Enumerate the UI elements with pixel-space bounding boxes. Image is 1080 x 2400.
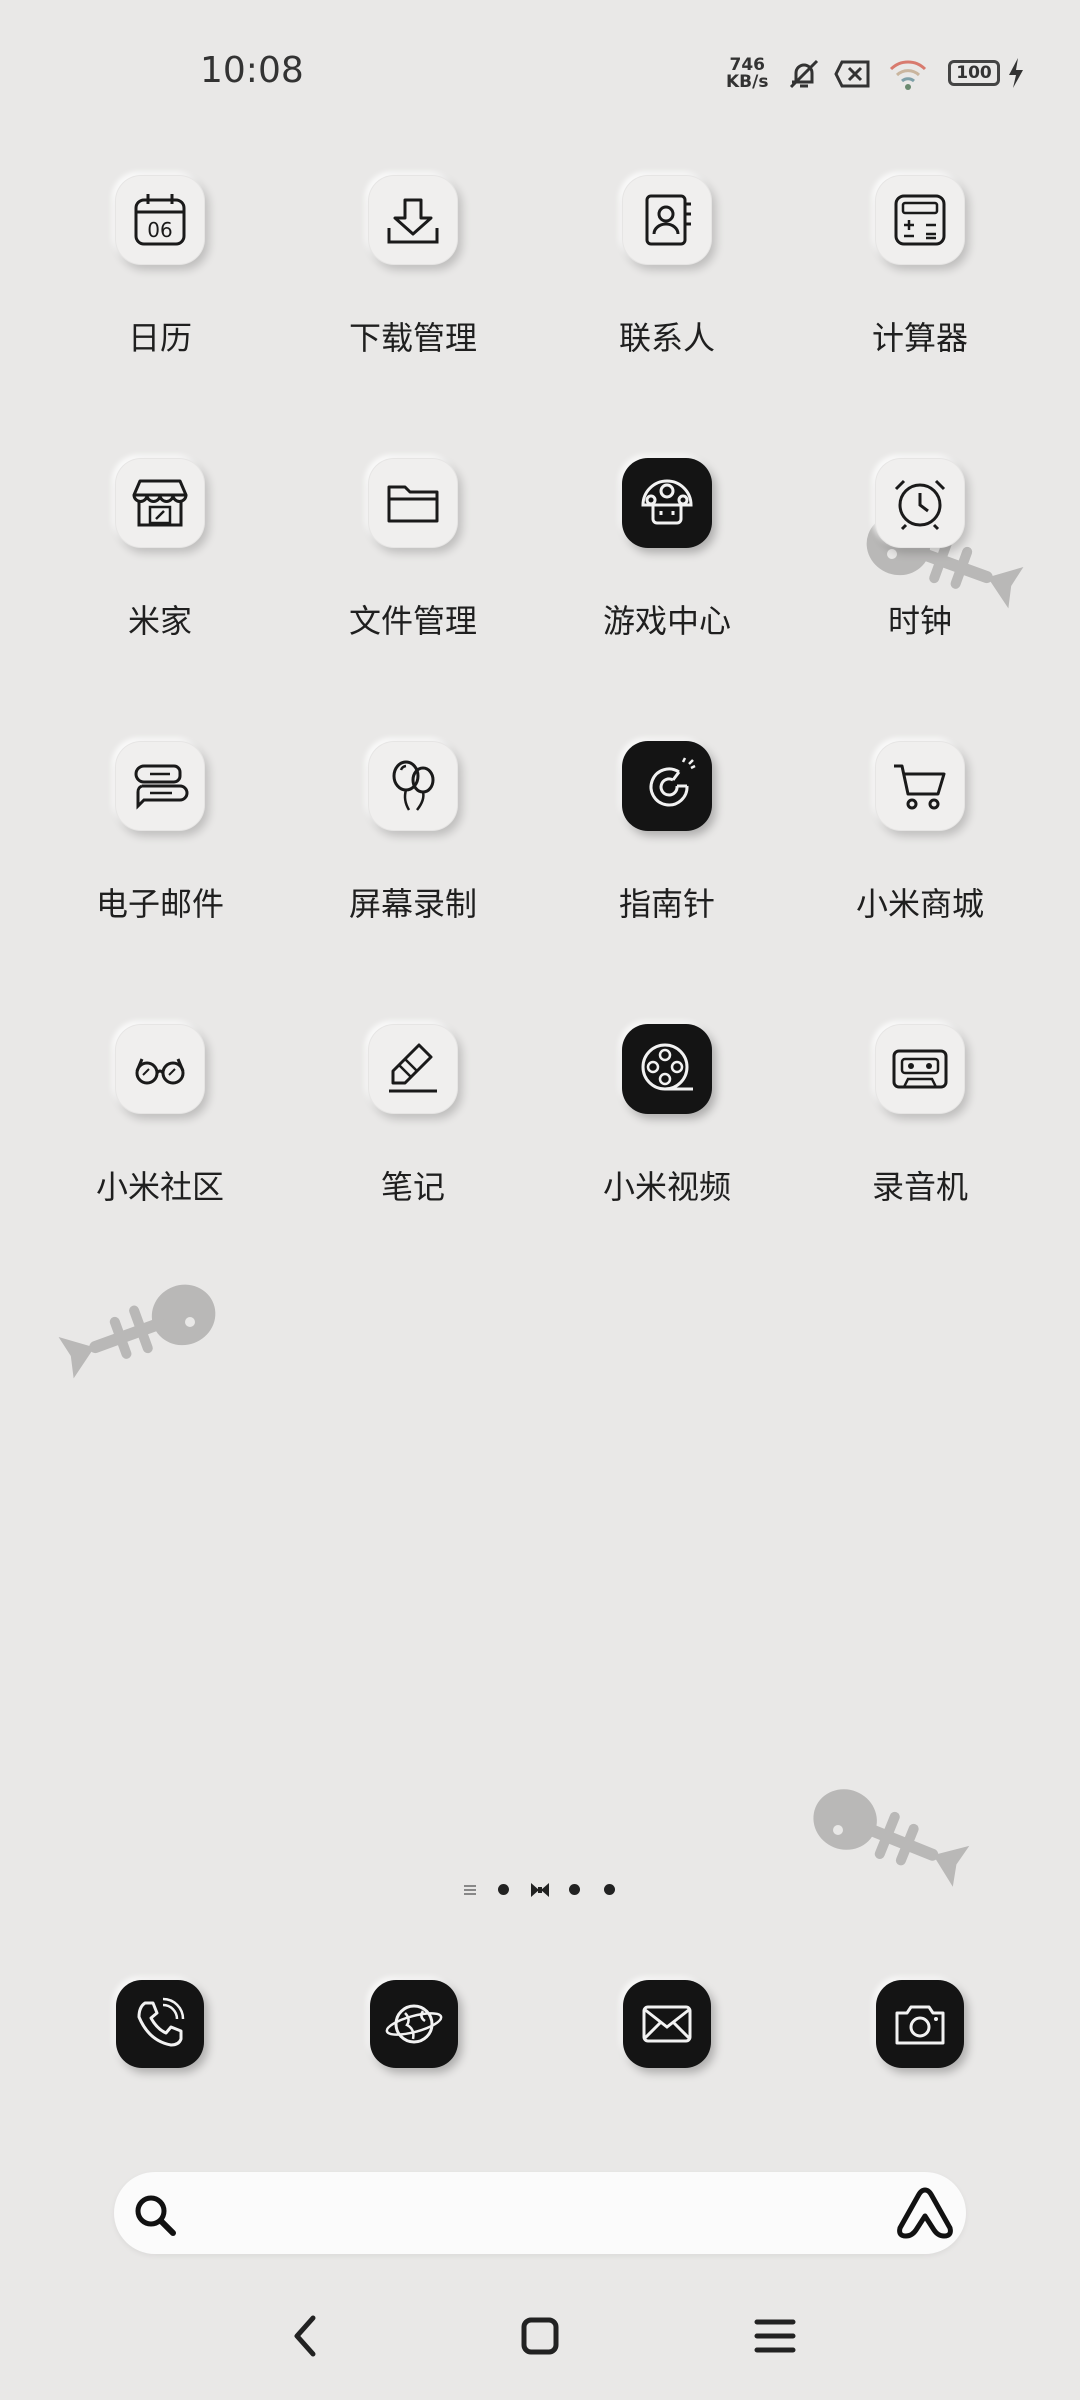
dock-messages[interactable] bbox=[623, 1980, 711, 2068]
app-label: 游戏中心 bbox=[602, 602, 731, 640]
app-tile[interactable] bbox=[875, 741, 965, 831]
app-game-center[interactable]: 游戏中心 bbox=[547, 458, 787, 678]
app-label: 文件管理 bbox=[348, 602, 477, 640]
app-compass[interactable]: 指南针 bbox=[547, 741, 787, 961]
app-label: 日历 bbox=[127, 319, 192, 357]
app-clock[interactable]: 时钟 bbox=[800, 458, 1040, 678]
no-sim-icon bbox=[834, 60, 870, 88]
app-label: 小米商城 bbox=[855, 885, 984, 923]
contacts-icon bbox=[645, 194, 691, 246]
menu-icon bbox=[754, 2319, 796, 2353]
glasses-icon bbox=[135, 1058, 185, 1085]
app-recorder[interactable]: 录音机 bbox=[800, 1024, 1040, 1244]
page-dot[interactable] bbox=[498, 1884, 509, 1895]
fishbone-decoration-icon bbox=[58, 1284, 216, 1379]
wifi-icon bbox=[889, 60, 927, 90]
app-notes[interactable]: 笔记 bbox=[293, 1024, 533, 1244]
phone-icon bbox=[137, 1997, 185, 2047]
search-bar[interactable] bbox=[114, 2172, 966, 2254]
page-indicator[interactable] bbox=[0, 1876, 1080, 1906]
app-tile[interactable] bbox=[368, 1024, 458, 1114]
app-tile[interactable] bbox=[622, 458, 712, 548]
charging-icon bbox=[1009, 58, 1023, 88]
app-tile[interactable] bbox=[115, 458, 205, 548]
app-label: 计算器 bbox=[871, 319, 968, 357]
app-tile[interactable] bbox=[875, 1024, 965, 1114]
app-email[interactable]: 电子邮件 bbox=[40, 741, 280, 961]
home-icon bbox=[521, 2317, 559, 2355]
app-label: 电子邮件 bbox=[95, 885, 224, 923]
feed-page-icon bbox=[464, 1885, 476, 1895]
app-tile[interactable] bbox=[368, 741, 458, 831]
dock-phone[interactable] bbox=[116, 1980, 204, 2068]
battery-indicator: 100 bbox=[948, 60, 1000, 86]
app-calendar[interactable]: 06 日历 bbox=[40, 175, 280, 395]
mail-icon bbox=[642, 2005, 692, 2043]
app-tile[interactable]: 06 bbox=[115, 175, 205, 265]
cassette-icon bbox=[892, 1049, 948, 1089]
page-dot[interactable] bbox=[569, 1884, 580, 1895]
globe-icon bbox=[385, 2004, 443, 2044]
app-label: 录音机 bbox=[871, 1168, 968, 1206]
network-speed: 746 KB/s bbox=[726, 57, 768, 91]
dock-browser[interactable] bbox=[370, 1980, 458, 2068]
app-mi-store[interactable]: 小米商城 bbox=[800, 741, 1040, 961]
chat-bubble-icon bbox=[134, 764, 189, 810]
status-bar: 10:08 746 KB/s 100 bbox=[0, 0, 1080, 150]
app-label: 笔记 bbox=[380, 1168, 445, 1206]
home-button[interactable] bbox=[505, 2306, 575, 2366]
search-input[interactable] bbox=[192, 2186, 872, 2240]
app-tile[interactable] bbox=[622, 741, 712, 831]
app-mi-video[interactable]: 小米视频 bbox=[547, 1024, 787, 1244]
pencil-icon bbox=[389, 1043, 437, 1093]
app-contacts[interactable]: 联系人 bbox=[547, 175, 787, 395]
app-tile[interactable] bbox=[115, 1024, 205, 1114]
page-dot[interactable] bbox=[604, 1884, 615, 1895]
app-download-manager[interactable]: 下载管理 bbox=[293, 175, 533, 395]
folder-icon bbox=[387, 485, 439, 523]
app-label: 指南针 bbox=[618, 885, 715, 923]
recents-button[interactable] bbox=[740, 2306, 810, 2366]
status-time: 10:08 bbox=[200, 50, 304, 91]
magnet-icon bbox=[649, 757, 696, 807]
alarm-clock-icon bbox=[894, 479, 946, 531]
back-icon bbox=[294, 2315, 316, 2357]
app-tile[interactable] bbox=[875, 458, 965, 548]
app-file-manager[interactable]: 文件管理 bbox=[293, 458, 533, 678]
app-tile[interactable] bbox=[875, 175, 965, 265]
mushroom-icon bbox=[641, 479, 693, 525]
balloons-icon bbox=[392, 760, 435, 811]
calendar-day: 06 bbox=[147, 218, 172, 242]
store-icon bbox=[132, 479, 188, 527]
assistant-icon[interactable] bbox=[894, 2182, 956, 2244]
app-calculator[interactable]: 计算器 bbox=[800, 175, 1040, 395]
dock-camera[interactable] bbox=[876, 1980, 964, 2068]
bell-muted-icon bbox=[789, 59, 819, 89]
search-icon[interactable] bbox=[132, 2192, 178, 2238]
app-label: 联系人 bbox=[618, 319, 715, 357]
back-button[interactable] bbox=[270, 2306, 340, 2366]
calculator-icon bbox=[894, 194, 946, 246]
app-tile[interactable] bbox=[368, 175, 458, 265]
app-tile[interactable] bbox=[622, 175, 712, 265]
app-label: 小米视频 bbox=[602, 1168, 731, 1206]
download-icon bbox=[387, 198, 439, 244]
app-tile[interactable] bbox=[622, 1024, 712, 1114]
app-label: 下载管理 bbox=[348, 319, 477, 357]
calendar-icon: 06 bbox=[134, 194, 186, 246]
camera-icon bbox=[895, 2005, 945, 2045]
app-label: 米家 bbox=[127, 602, 192, 640]
shopping-cart-icon bbox=[894, 764, 946, 810]
app-label: 屏幕录制 bbox=[348, 885, 477, 923]
app-screen-recorder[interactable]: 屏幕录制 bbox=[293, 741, 533, 961]
current-page-fish-icon bbox=[531, 1883, 549, 1897]
app-mi-home[interactable]: 米家 bbox=[40, 458, 280, 678]
app-tile[interactable] bbox=[368, 458, 458, 548]
network-speed-unit: KB/s bbox=[726, 72, 769, 92]
app-tile[interactable] bbox=[115, 741, 205, 831]
app-label: 时钟 bbox=[887, 602, 952, 640]
app-label: 小米社区 bbox=[95, 1168, 224, 1206]
film-reel-icon bbox=[641, 1043, 693, 1091]
app-mi-community[interactable]: 小米社区 bbox=[40, 1024, 280, 1244]
